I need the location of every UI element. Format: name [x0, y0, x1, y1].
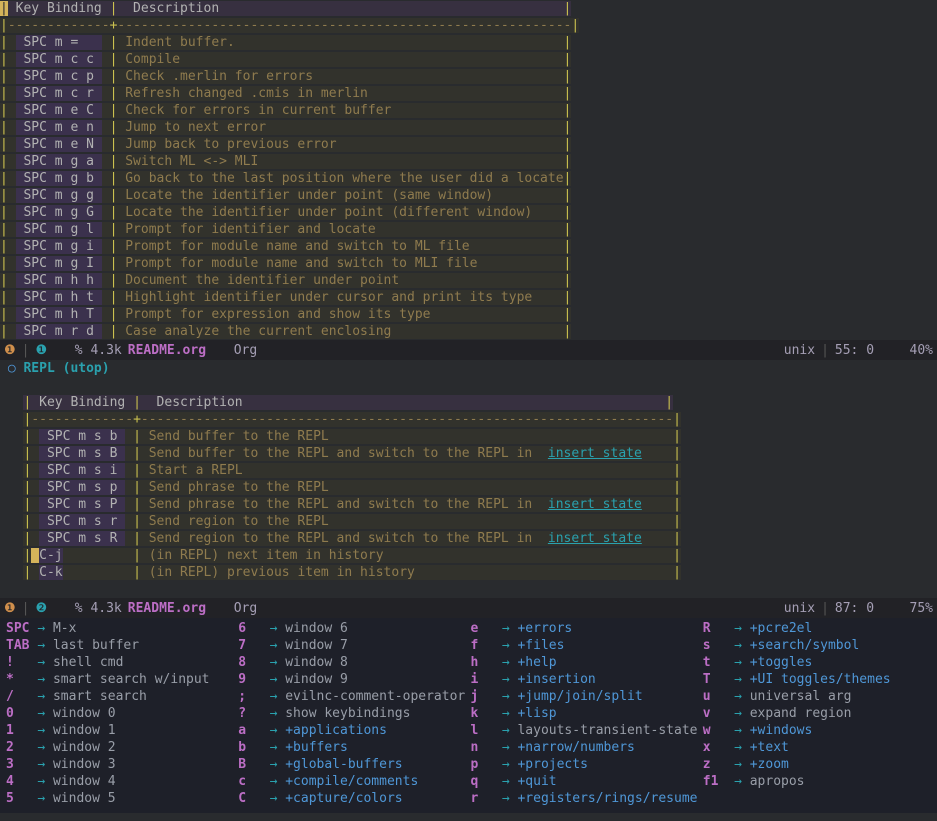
buffer-filename[interactable]: README.org	[128, 600, 206, 617]
which-key-entry[interactable]: n → +narrow/numbers	[471, 739, 699, 756]
which-key-entry[interactable]: a → +applications	[238, 722, 466, 739]
which-key-entry[interactable]: q → +quit	[471, 773, 699, 790]
which-key-entry[interactable]: T → +UI toggles/themes	[703, 671, 931, 688]
which-key-entry[interactable]: p → +projects	[471, 756, 699, 773]
cursor-position: 87: 0	[835, 600, 874, 617]
flycheck-info-icon: ❶	[35, 342, 47, 359]
which-key-entry[interactable]: t → +toggles	[703, 654, 931, 671]
which-key-entry[interactable]: f → +files	[471, 637, 699, 654]
which-key-entry[interactable]: l → layouts-transient-state	[471, 722, 699, 739]
buffer-pane-1[interactable]: | Key Binding | Description | |---------…	[0, 0, 937, 340]
which-key-entry[interactable]: j → +jump/join/split	[471, 688, 699, 705]
buffer-size: % 4.3k	[75, 600, 122, 617]
which-key-entry[interactable]: 3 → window 3	[6, 756, 234, 773]
separator: |	[22, 342, 30, 359]
which-key-entry[interactable]: f1 → apropos	[703, 773, 931, 790]
which-key-entry[interactable]: s → +search/symbol	[703, 637, 931, 654]
which-key-entry[interactable]: i → +insertion	[471, 671, 699, 688]
encoding: unix	[784, 342, 815, 359]
which-key-entry[interactable]: 6 → window 6	[238, 620, 466, 637]
which-key-entry[interactable]: 7 → window 7	[238, 637, 466, 654]
which-key-entry[interactable]: 0 → window 0	[6, 705, 234, 722]
which-key-entry[interactable]: 5 → window 5	[6, 790, 234, 807]
modeline-2: ❶ | ❷ % 4.3k README.org Org unix | 87: 0…	[0, 598, 937, 618]
which-key-entry[interactable]: u → universal arg	[703, 688, 931, 705]
which-key-entry[interactable]: k → +lisp	[471, 705, 699, 722]
which-key-entry[interactable]: 8 → window 8	[238, 654, 466, 671]
scroll-percent: 40%	[910, 342, 933, 359]
which-key-entry[interactable]: ? → show keybindings	[238, 705, 466, 722]
separator: |	[22, 600, 30, 617]
which-key-entry[interactable]: C → +capture/colors	[238, 790, 466, 807]
which-key-entry[interactable]: c → +compile/comments	[238, 773, 466, 790]
which-key-entry[interactable]: ; → evilnc-comment-operator	[238, 688, 466, 705]
which-key-entry[interactable]: SPC → M-x	[6, 620, 234, 637]
major-mode[interactable]: Org	[234, 600, 257, 617]
modeline-1: ❶ | ❶ % 4.3k README.org Org unix | 55: 0…	[0, 340, 937, 360]
which-key-entry[interactable]: e → +errors	[471, 620, 699, 637]
flycheck-warn-icon: ❶	[4, 600, 16, 617]
which-key-popup: SPC → M-xTAB → last buffer! → shell cmd*…	[0, 618, 937, 813]
which-key-entry[interactable]: TAB → last buffer	[6, 637, 234, 654]
major-mode[interactable]: Org	[234, 342, 257, 359]
which-key-entry[interactable]: b → +buffers	[238, 739, 466, 756]
cursor-position: 55: 0	[835, 342, 874, 359]
which-key-entry[interactable]: 2 → window 2	[6, 739, 234, 756]
which-key-entry[interactable]: z → +zoom	[703, 756, 931, 773]
which-key-entry[interactable]: B → +global-buffers	[238, 756, 466, 773]
which-key-entry[interactable]: w → +windows	[703, 722, 931, 739]
encoding: unix	[784, 600, 815, 617]
buffer-filename[interactable]: README.org	[128, 342, 206, 359]
which-key-entry[interactable]: R → +pcre2el	[703, 620, 931, 637]
section-header: REPL (utop)	[23, 361, 109, 376]
scroll-percent: 75%	[910, 600, 933, 617]
flycheck-info-icon: ❷	[35, 600, 47, 617]
flycheck-warn-icon: ❶	[4, 342, 16, 359]
buffer-size: % 4.3k	[75, 342, 122, 359]
which-key-entry[interactable]: 1 → window 1	[6, 722, 234, 739]
which-key-entry[interactable]: 4 → window 4	[6, 773, 234, 790]
which-key-entry[interactable]: * → smart search w/input	[6, 671, 234, 688]
which-key-entry[interactable]: v → expand region	[703, 705, 931, 722]
which-key-entry[interactable]: / → smart search	[6, 688, 234, 705]
which-key-entry[interactable]: h → +help	[471, 654, 699, 671]
which-key-entry[interactable]: ! → shell cmd	[6, 654, 234, 671]
which-key-entry[interactable]: x → +text	[703, 739, 931, 756]
which-key-entry[interactable]: 9 → window 9	[238, 671, 466, 688]
which-key-entry[interactable]: r → +registers/rings/resume	[471, 790, 699, 807]
buffer-pane-2[interactable]: ○ REPL (utop) | Key Binding | Descriptio…	[0, 360, 937, 598]
